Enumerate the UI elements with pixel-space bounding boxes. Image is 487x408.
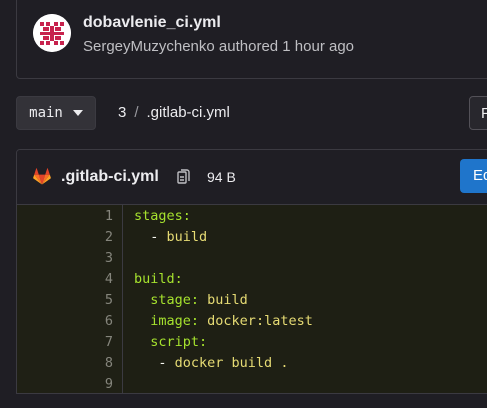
line-number[interactable]: 8 (17, 353, 113, 374)
line-number[interactable]: 1 (17, 206, 113, 227)
gitlab-icon (33, 168, 51, 190)
file-name: .gitlab-ci.yml (61, 168, 159, 185)
line-number[interactable]: 4 (17, 269, 113, 290)
yaml-punct: : (174, 271, 183, 287)
file-size: 94 B (207, 169, 236, 185)
yaml-value: build (207, 292, 248, 308)
branch-label: main (29, 105, 63, 121)
yaml-key: image (150, 313, 191, 329)
yaml-key: script (150, 334, 200, 350)
code-line: 9 (17, 374, 487, 393)
code-line: 8 - docker build . (17, 353, 487, 374)
line-content: image: docker:latest (134, 311, 313, 332)
yaml-key: stage (150, 292, 191, 308)
line-content: script: (134, 332, 207, 353)
chevron-down-icon (72, 110, 83, 116)
breadcrumb: 3 / .gitlab-ci.yml (118, 104, 230, 121)
commit-author[interactable]: SergeyMuzychenko (83, 38, 215, 55)
code-line: 2 - build (17, 227, 487, 248)
commit-panel: dobavlenie_ci.yml SergeyMuzychenko autho… (16, 0, 487, 79)
yaml-punct: - (158, 355, 175, 371)
code-line: 4 build: (17, 269, 487, 290)
commit-title[interactable]: dobavlenie_ci.yml (83, 14, 221, 32)
commit-time: 1 hour ago (282, 38, 355, 55)
file-header: .gitlab-ci.yml 94 B Ed (17, 150, 487, 205)
line-number[interactable]: 3 (17, 248, 113, 269)
code-line: 6 image: docker:latest (17, 311, 487, 332)
copy-icon[interactable] (177, 169, 191, 190)
code-line: 5 stage: build (17, 290, 487, 311)
yaml-punct: : (190, 292, 208, 308)
code-line: 1 stages: (17, 206, 487, 227)
line-number[interactable]: 5 (17, 290, 113, 311)
yaml-value: build (166, 229, 208, 245)
line-content: stages: (134, 206, 191, 227)
yaml-punct: : (190, 313, 208, 329)
commit-action: authored (218, 38, 279, 55)
yaml-value: docker build . (174, 355, 289, 371)
line-content: stage: build (134, 290, 248, 311)
breadcrumb-separator: / (134, 104, 139, 121)
file-viewer: .gitlab-ci.yml 94 B Ed 1stages:2 - build… (16, 149, 487, 394)
line-number[interactable]: 6 (17, 311, 113, 332)
breadcrumb-file[interactable]: .gitlab-ci.yml (147, 104, 230, 121)
code-line: 3 (17, 248, 487, 269)
line-content: - docker build . (134, 353, 288, 374)
find-file-button[interactable]: F (469, 96, 487, 130)
yaml-value: docker:latest (207, 313, 313, 329)
code-view: 1 stages: 2 - build 3 4 build: 5 stage: build 6… (17, 205, 487, 393)
find-file-label: F (481, 105, 487, 122)
line-number[interactable]: 2 (17, 227, 113, 248)
line-content: build: (134, 269, 183, 290)
yaml-key: build (134, 271, 175, 287)
line-content: - build (134, 227, 207, 248)
line-number[interactable]: 9 (17, 374, 113, 393)
line-number[interactable]: 7 (17, 332, 113, 353)
breadcrumb-project[interactable]: 3 (118, 104, 126, 121)
commit-meta: SergeyMuzychenko authored 1 hour ago (83, 38, 354, 55)
code-line: 7 script: (17, 332, 487, 353)
author-avatar[interactable] (33, 14, 71, 52)
edit-button[interactable]: Ed (460, 159, 487, 193)
yaml-punct: - (150, 229, 167, 245)
branch-selector[interactable]: main (16, 96, 96, 130)
yaml-key: stages (134, 208, 183, 224)
edit-button-label: Ed (473, 167, 487, 184)
yaml-punct: : (182, 208, 191, 224)
yaml-punct: : (199, 334, 208, 350)
